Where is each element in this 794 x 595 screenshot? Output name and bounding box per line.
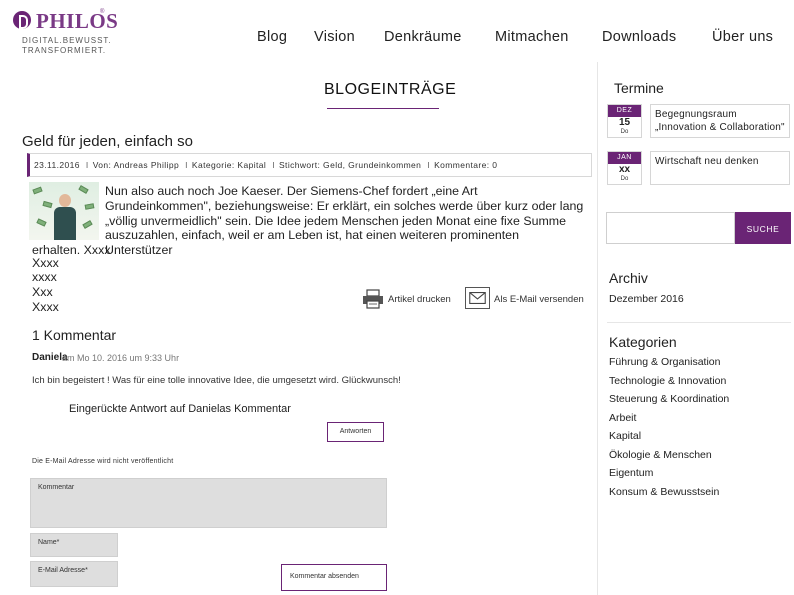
reply-heading: Eingerückte Antwort auf Danielas Komment… <box>69 403 291 415</box>
philos-logo-icon[interactable] <box>13 11 31 29</box>
submit-comment-button[interactable]: Kommentar absenden <box>281 564 387 591</box>
category-link[interactable]: Konsum & Bewusstsein <box>609 486 719 498</box>
archive-heading: Archiv <box>609 270 648 286</box>
post-keywords[interactable]: Stichwort: Geld, Grundeinkommen <box>279 160 421 170</box>
post-meta-bar: 23.11.2016 I Von: Andreas Philipp I Kategori… <box>27 153 592 177</box>
money-bill <box>32 186 43 195</box>
meta-separator: I <box>85 160 89 170</box>
comment-text: Ich bin begeistert ! Was für eine tolle … <box>32 375 401 386</box>
post-text-line: Xxx <box>32 285 53 299</box>
post-excerpt: Nun also auch noch Joe Kaeser. Der Sieme… <box>105 184 584 258</box>
post-text-line: xxxx <box>32 270 57 284</box>
event-title: Wirtschaft neu denken <box>655 156 759 167</box>
post-thumbnail <box>29 182 99 240</box>
event-title: Begegnungsraum <box>655 109 737 120</box>
comment-field-label: Kommentar <box>38 484 75 491</box>
archive-item[interactable]: Dezember 2016 <box>609 293 684 305</box>
event-day: 15 <box>618 117 631 128</box>
post-text-line: Xxxx <box>32 256 59 270</box>
category-link[interactable]: Kapital <box>609 430 641 442</box>
sidebar-divider <box>597 62 598 595</box>
name-field-label: Name* <box>38 539 60 546</box>
comments-heading: 1 Kommentar <box>32 327 117 343</box>
sidebar-separator <box>607 322 791 323</box>
event-month: JAN <box>608 152 641 164</box>
money-bill <box>36 218 47 227</box>
tagline-line-1: DIGITAL.BEWUSST. <box>22 36 112 45</box>
event-weekday: Do <box>620 176 629 182</box>
event-day: xx <box>618 164 631 175</box>
name-field[interactable]: Name* <box>30 533 118 557</box>
printer-icon[interactable] <box>362 289 384 309</box>
post-author[interactable]: Von: Andreas Philipp <box>93 160 179 170</box>
nav-mitmachen[interactable]: Mitmachen <box>495 29 569 45</box>
money-bill <box>42 200 53 209</box>
nav-blog[interactable]: Blog <box>257 29 287 45</box>
money-bill <box>84 203 95 210</box>
email-field-label: E-Mail Adresse* <box>38 567 88 574</box>
event-date-badge: JAN xx Do <box>607 151 642 185</box>
category-link[interactable]: Ökologie & Menschen <box>609 449 712 461</box>
privacy-note: Die E-Mail Adresse wird nicht veröffentl… <box>32 458 174 465</box>
post-comment-count[interactable]: Kommentare: 0 <box>434 160 497 170</box>
page-title: BLOGEINTRÄGE <box>324 81 457 98</box>
print-article-link[interactable]: Artikel drucken <box>388 294 451 305</box>
event-weekday: Do <box>620 129 629 135</box>
post-date: 23.11.2016 <box>34 160 80 170</box>
category-link[interactable]: Steuerung & Koordination <box>609 393 729 405</box>
post-category[interactable]: Kategorie: Kapital <box>192 160 266 170</box>
money-bill <box>82 220 93 229</box>
event-month: DEZ <box>608 105 641 117</box>
logo-tagline: DIGITAL.BEWUSST. TRANSFORMIERT. <box>22 36 112 56</box>
mail-icon[interactable] <box>465 287 490 309</box>
comment-textarea[interactable]: Kommentar <box>30 478 387 528</box>
search-input[interactable] <box>606 212 735 244</box>
post-title[interactable]: Geld für jeden, einfach so <box>22 133 193 150</box>
email-field[interactable]: E-Mail Adresse* <box>30 561 118 587</box>
comment-date: am Mo 10. 2016 um 9:33 Uhr <box>62 353 180 363</box>
meta-separator: I <box>427 160 431 170</box>
search-button[interactable]: SUCHE <box>735 212 791 244</box>
event-date-badge: DEZ 15 Do <box>607 104 642 138</box>
nav-vision[interactable]: Vision <box>314 29 355 45</box>
category-link[interactable]: Eigentum <box>609 467 653 479</box>
post-text-line: Xxxx <box>32 300 59 314</box>
event-subtitle: „Innovation & Collaboration" <box>655 122 785 133</box>
nav-denkraeume[interactable]: Denkräume <box>384 29 462 45</box>
meta-separator: I <box>272 160 275 170</box>
logo-registered-mark: ® <box>100 9 105 15</box>
nav-downloads[interactable]: Downloads <box>602 29 676 45</box>
meta-separator: I <box>185 160 188 170</box>
category-link[interactable]: Führung & Organisation <box>609 356 720 368</box>
reply-button[interactable]: Antworten <box>327 422 384 442</box>
heading-divider <box>327 108 439 109</box>
event-item[interactable]: Wirtschaft neu denken <box>650 151 790 185</box>
category-link[interactable]: Technologie & Innovation <box>609 375 726 387</box>
events-heading: Termine <box>614 80 664 96</box>
person-body <box>54 207 76 240</box>
money-bill <box>78 185 89 194</box>
event-item[interactable]: Begegnungsraum „Innovation & Collaborati… <box>650 104 790 138</box>
logo-wordmark[interactable]: PHILOS <box>36 9 118 34</box>
nav-ueber-uns[interactable]: Über uns <box>712 29 773 45</box>
person-head <box>59 194 71 207</box>
categories-heading: Kategorien <box>609 334 677 350</box>
category-link[interactable]: Arbeit <box>609 412 636 424</box>
send-email-link[interactable]: Als E-Mail versenden <box>494 294 584 305</box>
tagline-line-2: TRANSFORMIERT. <box>22 46 107 55</box>
